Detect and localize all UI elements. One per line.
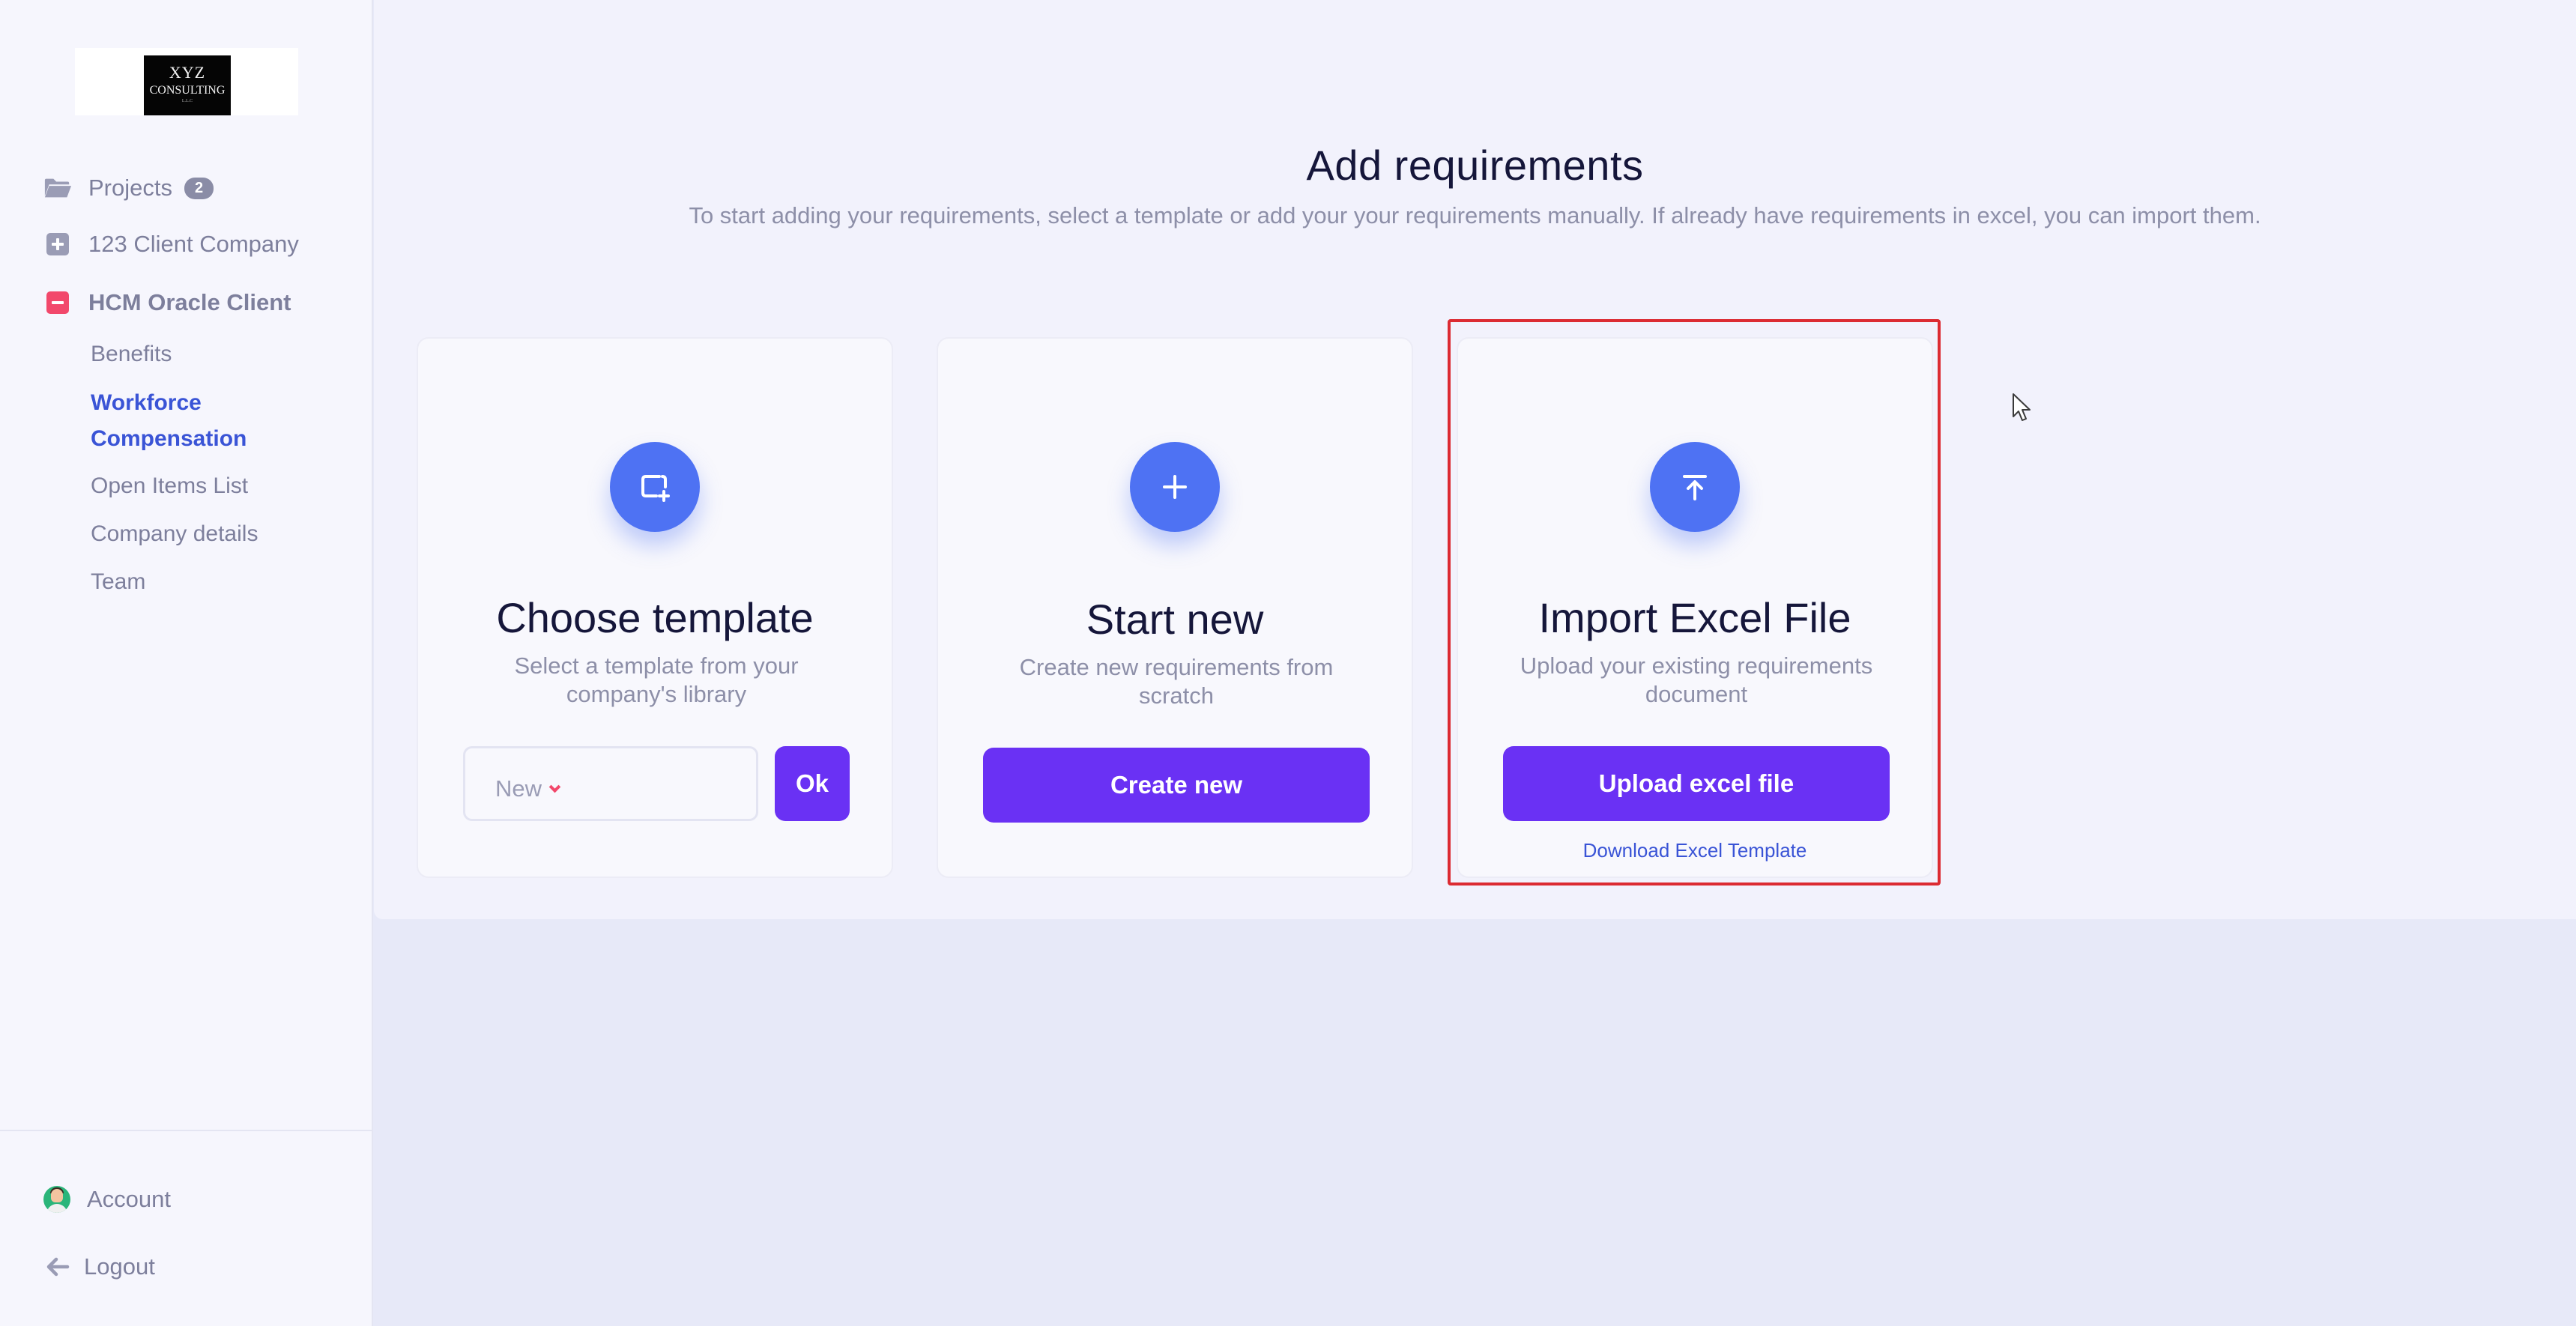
folder-icon [43, 175, 72, 201]
sidebar-item-workforce-compensation[interactable]: Workforce Compensation [91, 385, 247, 457]
sidebar-item-open-items-list[interactable]: Open Items List [91, 473, 248, 499]
nav-projects-label: Projects [88, 175, 172, 201]
plus-square-icon[interactable] [43, 231, 72, 257]
nav-client-123[interactable]: 123 Client Company [43, 231, 299, 258]
nav-account[interactable]: Account [43, 1186, 171, 1213]
template-add-icon [610, 442, 700, 532]
minus-square-icon[interactable] [43, 290, 72, 315]
avatar [43, 1186, 70, 1213]
mouse-cursor-icon [2011, 393, 2034, 428]
ok-button[interactable]: Ok [775, 746, 850, 821]
start-new-card: Start new Create new requirements from s… [937, 337, 1413, 878]
nav-client-123-label: 123 Client Company [88, 231, 299, 257]
sidebar-divider [0, 1130, 372, 1131]
logo-mark: XYZ CONSULTING L.L.C [144, 55, 231, 115]
choose-template-card: Choose template Select a template from y… [417, 337, 893, 878]
template-select[interactable]: New [463, 746, 758, 821]
nav-client-hcm-oracle-label: HCM Oracle Client [88, 289, 291, 315]
nav-logout[interactable]: Logout [43, 1253, 155, 1280]
page-title: Add requirements [1306, 142, 1644, 189]
start-new-desc: Create new requirements from scratch [1019, 654, 1334, 709]
nav-projects[interactable]: Projects 2 [43, 175, 214, 202]
arrow-left-icon [43, 1254, 72, 1280]
projects-count-badge: 2 [184, 177, 214, 199]
choose-template-title: Choose template [496, 594, 814, 641]
plus-icon [1130, 442, 1220, 532]
start-new-title: Start new [1086, 596, 1264, 643]
selection-highlight [1448, 319, 1941, 885]
nav-client-hcm-oracle[interactable]: HCM Oracle Client [43, 289, 291, 316]
create-new-button[interactable]: Create new [983, 748, 1370, 823]
logo-text-line3: L.L.C [181, 99, 193, 103]
sidebar-item-team[interactable]: Team [91, 569, 145, 595]
sidebar-item-workforce-compensation-line1: Workforce [91, 390, 202, 415]
page-subtitle: To start adding your requirements, selec… [689, 202, 2261, 228]
logo-text-line2: CONSULTING [149, 84, 226, 97]
sidebar-item-benefits[interactable]: Benefits [91, 342, 172, 367]
choose-template-desc: Select a template from your company's li… [514, 653, 799, 707]
sidebar: XYZ CONSULTING L.L.C Projects 2 123 Clie… [0, 0, 373, 1326]
sidebar-item-company-details[interactable]: Company details [91, 521, 258, 547]
template-select-value: New [495, 775, 542, 802]
nav-logout-label: Logout [84, 1253, 155, 1280]
chevron-down-icon [548, 781, 561, 793]
nav-account-label: Account [87, 1186, 172, 1212]
company-logo[interactable]: XYZ CONSULTING L.L.C [75, 48, 298, 115]
logo-text-line1: XYZ [169, 63, 206, 82]
sidebar-item-workforce-compensation-line2: Compensation [91, 426, 247, 451]
